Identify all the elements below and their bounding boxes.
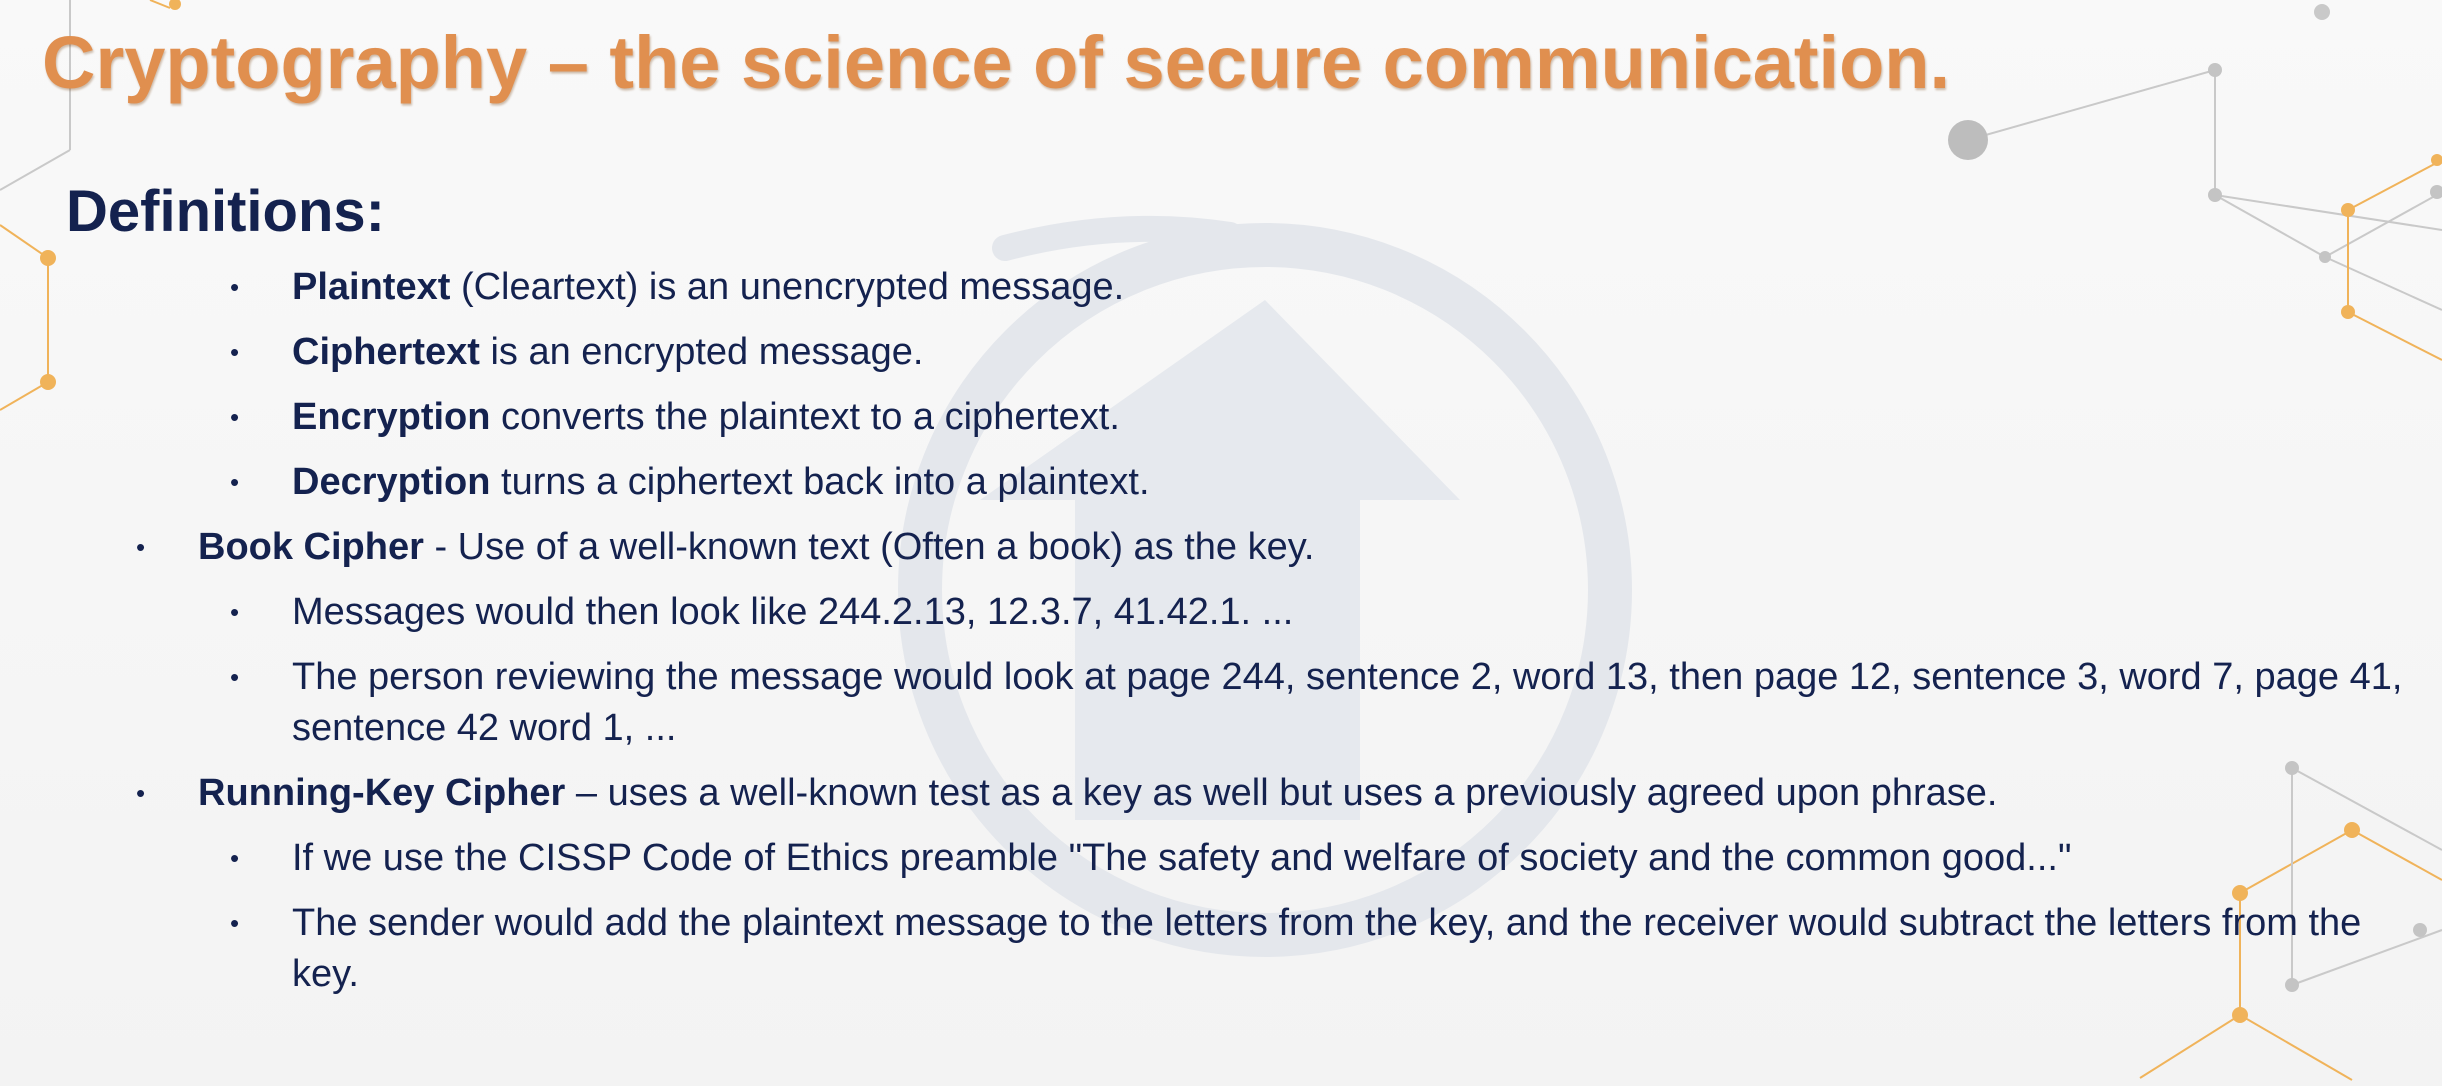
definition-text: (Cleartext) is an unencrypted message. (450, 266, 1125, 308)
bullet-dot-icon: • (230, 662, 240, 692)
sub-point-text: If we use the CISSP Code of Ethics pream… (292, 837, 2072, 879)
bullet-dot-icon: • (136, 532, 146, 562)
bullet-dot-icon: • (230, 337, 240, 367)
bullet-dot-icon: • (230, 908, 240, 938)
list-item: • The person reviewing the message would… (66, 652, 2406, 754)
term: Plaintext (292, 266, 451, 308)
term: Encryption (292, 396, 491, 438)
list-item: • Book Cipher - Use of a well-known text… (66, 522, 2406, 573)
list-item: • Ciphertext is an encrypted message. (66, 327, 2406, 378)
definition-text: turns a ciphertext back into a plaintext… (490, 461, 1150, 503)
definitions-heading: Definitions: (66, 179, 385, 244)
bullet-dot-icon: • (230, 402, 240, 432)
term: Book Cipher (198, 526, 424, 568)
definition-text: - Use of a well-known text (Often a book… (423, 526, 1315, 568)
list-item: • The sender would add the plaintext mes… (66, 898, 2406, 1000)
bullet-dot-icon: • (230, 597, 240, 627)
sub-point-text: The sender would add the plaintext messa… (292, 902, 2362, 995)
list-item: • Running-Key Cipher – uses a well-known… (66, 768, 2406, 819)
list-item: • Decryption turns a ciphertext back int… (66, 457, 2406, 508)
slide-title: Cryptography – the science of secure com… (42, 21, 1951, 104)
definition-text: converts the plaintext to a ciphertext. (490, 396, 1120, 438)
bullet-dot-icon: • (230, 843, 240, 873)
bullet-dot-icon: • (136, 778, 146, 808)
term: Decryption (292, 461, 491, 503)
list-item: • Messages would then look like 244.2.13… (66, 587, 2406, 638)
slide-content: Definitions: • Plaintext (Cleartext) is … (66, 172, 2406, 1014)
definition-text: – uses a well-known test as a key as wel… (565, 772, 1998, 814)
slide: Cryptography – the science of secure com… (0, 0, 2442, 1086)
definition-text: is an encrypted message. (479, 331, 924, 373)
bullet-list: • Plaintext (Cleartext) is an unencrypte… (66, 262, 2406, 1000)
bullet-dot-icon: • (230, 272, 240, 302)
sub-point-text: The person reviewing the message would l… (292, 656, 2403, 749)
term: Running-Key Cipher (198, 772, 566, 814)
sub-point-text: Messages would then look like 244.2.13, … (292, 591, 1294, 633)
term: Ciphertext (292, 331, 480, 373)
bullet-dot-icon: • (230, 467, 240, 497)
list-item: • If we use the CISSP Code of Ethics pre… (66, 833, 2406, 884)
list-item: • Plaintext (Cleartext) is an unencrypte… (66, 262, 2406, 313)
list-item: • Encryption converts the plaintext to a… (66, 392, 2406, 443)
